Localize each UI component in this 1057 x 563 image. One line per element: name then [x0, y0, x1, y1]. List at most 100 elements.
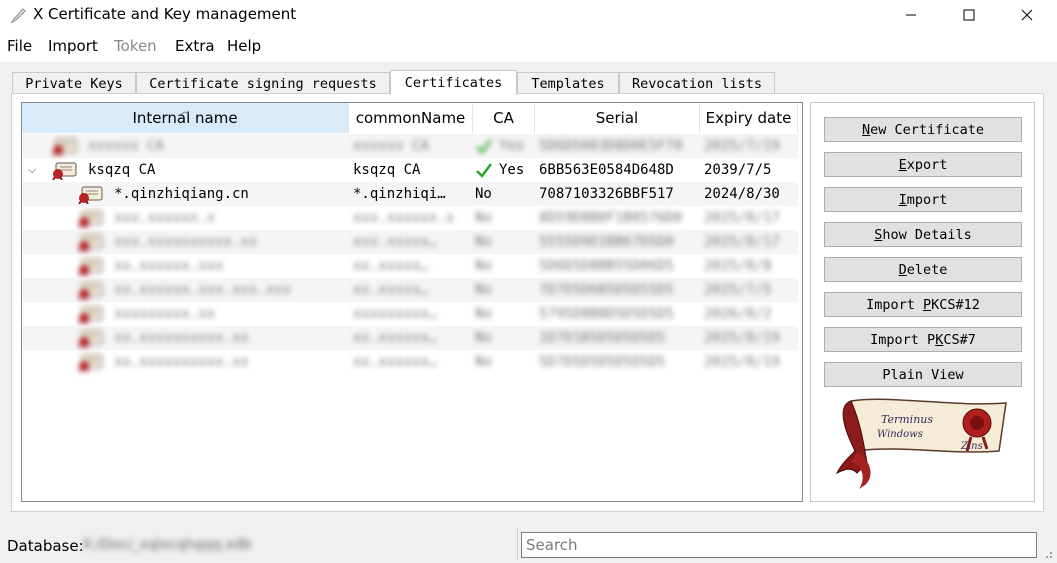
- cell-ca: No: [475, 306, 492, 322]
- table-row[interactable]: xx.xxxxxx.xxx.xxx.xxx xx.xxxxx… No 7D7D5D6B…: [22, 278, 798, 302]
- button-label: Import: [898, 191, 948, 208]
- column-header-common-name[interactable]: commonName: [349, 103, 473, 133]
- column-header-serial[interactable]: Serial: [535, 103, 700, 133]
- cell-serial: 5D7D5D5D5D5D5D5: [539, 354, 666, 370]
- tab-certificate-signing-requests[interactable]: Certificate signing requests: [136, 72, 390, 94]
- cell-serial: 5D6D5D8BB55D06D5: [539, 258, 674, 274]
- chevron-down-icon[interactable]: ⌵: [28, 158, 44, 182]
- certificate-icon: [52, 162, 77, 180]
- cell-ca: Yes: [499, 138, 525, 154]
- tab-private-keys[interactable]: Private Keys: [12, 72, 136, 94]
- sort-arrow-icon: ︿: [180, 107, 190, 117]
- table-row[interactable]: xxxxxxxxx.xx xxxxxxxxx… No 5795D8B8D5D5D5D5…: [22, 302, 798, 326]
- table-row[interactable]: xx.xxxxxx.xxx xx.xxxxx… No 5D6D5D8BB55D06D5…: [22, 254, 798, 278]
- chevron-right-icon[interactable]: [28, 134, 44, 158]
- cell-common-name: xx.xxxxxx…: [353, 354, 438, 370]
- column-header-ca[interactable]: CA: [473, 103, 535, 133]
- cell-common-name: xxxxxx CA: [353, 138, 429, 154]
- cell-common-name: xx.xxxxx…: [353, 258, 429, 274]
- export-button[interactable]: Export: [824, 152, 1022, 177]
- column-header-expiry-date[interactable]: Expiry date: [700, 103, 798, 133]
- tab-bar: Private Keys Certificate signing request…: [12, 70, 912, 95]
- cell-common-name: xxx.xxxxxx.x: [353, 210, 455, 226]
- certificate-icon: [78, 186, 103, 204]
- certificate-tree[interactable]: ︿ Internal name commonName CA Serial Exp…: [21, 102, 803, 502]
- cell-internal-name: xx.xxxxxxxxxx.xx: [114, 354, 249, 370]
- plain-view-button[interactable]: Plain View: [824, 362, 1022, 387]
- button-label: Export: [898, 156, 948, 173]
- cell-common-name: ksqzq CA: [353, 162, 421, 178]
- xca-logo-scroll: Terminus Windows Zins: [835, 398, 1007, 489]
- menu-help[interactable]: Help: [227, 37, 261, 55]
- cell-serial: 5795D8B8D5D5D5D5: [539, 306, 674, 322]
- cell-internal-name: xx.xxxxxx.xxx: [114, 258, 224, 274]
- close-icon: [1021, 9, 1033, 21]
- close-button[interactable]: [998, 0, 1056, 30]
- cell-serial: 7D7D5D6B5D5D55D5: [539, 282, 674, 298]
- cell-common-name: xxxxxxxxx…: [353, 306, 438, 322]
- cell-internal-name: *.qinzhiqiang.cn: [114, 186, 249, 202]
- cell-common-name: *.qinzhiqi…: [353, 186, 446, 202]
- table-row[interactable]: xxx.xxxxxx.x xxx.xxxxxx.x No 8D59D8B8F1B857…: [22, 206, 798, 230]
- cell-expiry-date: 2025/8/19: [704, 330, 780, 346]
- logo-text-line1: Terminus: [881, 413, 933, 426]
- cell-expiry-date: 2025/7/19: [704, 138, 780, 154]
- button-label: New Certificate: [862, 121, 984, 138]
- certificate-icon: [52, 138, 77, 156]
- certificate-icon: [78, 282, 103, 300]
- cell-internal-name: xx.xxxxxxxxxx.xx: [114, 330, 249, 346]
- table-row[interactable]: xxxxxx CA xxxxxx CA Yes 5D6D5083D8D0E5F78 20…: [22, 134, 798, 158]
- menu-token[interactable]: Token: [114, 37, 157, 55]
- cell-common-name: xx.xxxxx…: [353, 282, 429, 298]
- maximize-button[interactable]: [940, 0, 998, 30]
- cell-serial: 6BB563E0584D648D: [539, 162, 674, 178]
- delete-button[interactable]: Delete: [824, 257, 1022, 282]
- minimize-button[interactable]: [882, 0, 940, 30]
- column-header-internal-name[interactable]: ︿ Internal name: [22, 103, 349, 133]
- cell-internal-name: ksqzq CA: [88, 162, 156, 178]
- column-header-label: Serial: [595, 109, 639, 127]
- cell-serial: 5555D9D1BB67D5D0: [539, 234, 674, 250]
- menu-bar: File Import Token Extra Help: [0, 32, 1057, 62]
- table-row[interactable]: *.qinzhiqiang.cn *.qinzhiqi… No 7087103326B…: [22, 182, 798, 206]
- tab-templates[interactable]: Templates: [517, 72, 619, 94]
- import-pkcs-12-button[interactable]: Import PKCS#12: [824, 292, 1022, 317]
- title-bar: X Certificate and Key management: [0, 0, 1057, 32]
- certificates-panel: ︿ Internal name commonName CA Serial Exp…: [11, 93, 1044, 512]
- import-pkcs-7-button[interactable]: Import PKCS#7: [824, 327, 1022, 352]
- table-row[interactable]: ⌵ ksqzq CA ksqzq CA Yes 6BB563E0584D648D 203…: [22, 158, 798, 182]
- logo-text-line3: Zins: [960, 441, 983, 452]
- action-panel: New Certificate Export Import Show Details D…: [810, 102, 1035, 502]
- tab-revocation-lists[interactable]: Revocation lists: [619, 72, 775, 94]
- logo-text-line2: Windows: [877, 429, 923, 440]
- tree-header: ︿ Internal name commonName CA Serial Exp…: [22, 103, 802, 133]
- menu-import[interactable]: Import: [48, 37, 98, 55]
- search-input[interactable]: [521, 532, 1037, 558]
- import-button[interactable]: Import: [824, 187, 1022, 212]
- cell-internal-name: xx.xxxxxx.xxx.xxx.xxx: [114, 282, 292, 298]
- cell-ca: No: [475, 258, 492, 274]
- check-icon: [476, 139, 492, 154]
- certificate-icon: [78, 234, 103, 252]
- show-details-button[interactable]: Show Details: [824, 222, 1022, 247]
- new-certificate-button[interactable]: New Certificate: [824, 117, 1022, 142]
- button-label: Delete: [898, 261, 948, 278]
- table-row[interactable]: xx.xxxxxxxxxx.xx xx.xxxxxx… No 5D7D5D5D5D5D…: [22, 350, 798, 374]
- table-row[interactable]: xxx.xxxxxxxxxx.xx xxx.xxxxx… No 5555D9D1BB6…: [22, 230, 798, 254]
- menu-file[interactable]: File: [7, 37, 32, 55]
- database-path: X:/Doc/_xqlxcqhqqq.xdb: [82, 537, 252, 553]
- cell-ca: No: [475, 354, 492, 370]
- cell-serial: 5D6D5083D8D0E5F78: [539, 138, 683, 154]
- certificate-icon: [78, 306, 103, 324]
- resize-grip-icon[interactable]: [1040, 540, 1054, 560]
- tab-certificates[interactable]: Certificates: [390, 70, 517, 95]
- button-label: Plain View: [882, 366, 964, 383]
- maximize-icon: [963, 9, 975, 21]
- table-row[interactable]: xx.xxxxxxxxxx.xx xx.xxxxxx… No 1D7D1B5D5D5D…: [22, 326, 798, 350]
- menu-extra[interactable]: Extra: [175, 37, 215, 55]
- button-label: Import PKCS#12: [866, 296, 980, 313]
- status-bar: Database: X:/Doc/_xqlxcqhqqq.xdb: [0, 520, 1057, 563]
- column-header-label: Expiry date: [705, 109, 792, 127]
- minimize-icon: [906, 14, 916, 16]
- column-header-label: commonName: [355, 109, 466, 127]
